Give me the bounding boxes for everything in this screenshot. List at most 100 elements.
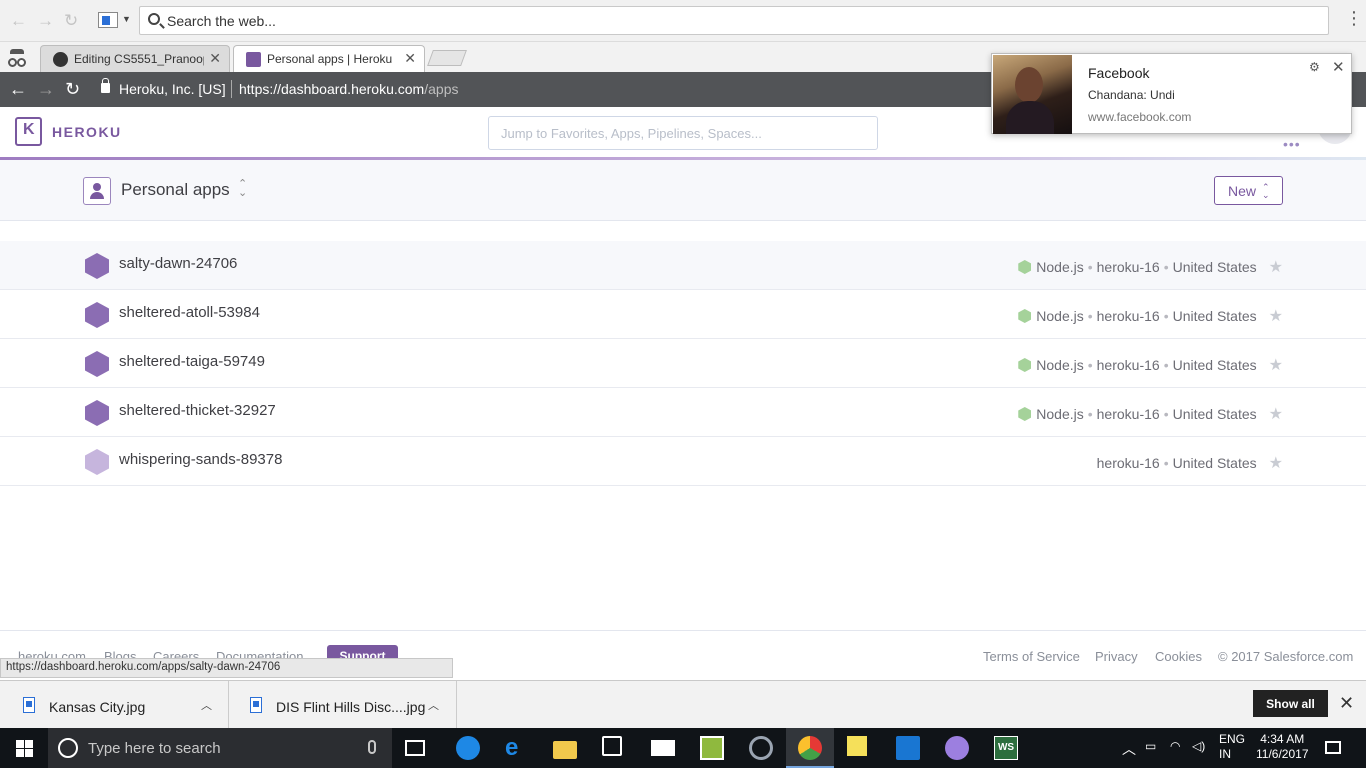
tab-heroku-personal-apps[interactable]: Personal apps | Heroku ✕ [233, 45, 425, 72]
context-switcher-label[interactable]: Personal apps [121, 180, 230, 200]
profile-photo [993, 55, 1072, 134]
tab-title: Editing CS5551_Pranoop [74, 52, 204, 66]
favorite-star-icon[interactable]: ★ [1269, 406, 1283, 423]
task-view-icon[interactable] [405, 740, 425, 756]
app-name[interactable]: sheltered-taiga-59749 [119, 353, 265, 370]
language-indicator[interactable]: ENG IN [1219, 732, 1245, 762]
footer-link-privacy[interactable]: Privacy [1095, 649, 1138, 664]
close-icon[interactable]: ✕ [404, 50, 416, 67]
nodejs-icon [1018, 407, 1032, 421]
notification-title: Facebook [1088, 65, 1150, 81]
wifi-icon[interactable]: ◠ [1170, 739, 1180, 753]
new-button[interactable]: New ⌃ ⌄ [1214, 176, 1283, 205]
close-icon[interactable]: ✕ [1332, 58, 1345, 76]
show-all-button[interactable]: Show all [1253, 690, 1328, 717]
favorite-star-icon[interactable]: ★ [1269, 308, 1283, 325]
favorite-star-icon[interactable]: ★ [1269, 259, 1283, 276]
close-icon[interactable]: ✕ [1339, 693, 1354, 714]
reload-icon[interactable]: ↻ [65, 79, 80, 100]
taskbar-search[interactable]: Type here to search [48, 728, 392, 768]
download-item[interactable]: DIS Flint Hills Disc....jpg ︿ [229, 681, 457, 729]
user-icon [83, 177, 111, 205]
chevron-updown-icon[interactable]: ⌃ ⌄ [238, 179, 247, 199]
stack-label: heroku-16 [1096, 455, 1160, 471]
app-row[interactable]: whispering-sands-89378 heroku-16 • United … [0, 437, 1366, 486]
footer-link-cookies[interactable]: Cookies [1155, 649, 1202, 664]
clock[interactable]: 4:34 AM 11/6/2017 [1256, 732, 1309, 762]
separator-dot: • [1163, 259, 1169, 275]
heroku-wordmark[interactable]: HEROKU [52, 124, 122, 140]
gear-icon[interactable]: ⚙ [1309, 60, 1320, 74]
spreadsheet-icon[interactable] [700, 736, 724, 760]
favorite-star-icon[interactable]: ★ [1269, 357, 1283, 374]
app-name[interactable]: sheltered-atoll-53984 [119, 304, 260, 321]
download-item[interactable]: Kansas City.jpg ︿ [0, 681, 229, 729]
safari-icon[interactable] [456, 736, 480, 760]
apps-grid-icon[interactable]: ••• [1283, 136, 1301, 152]
volume-icon[interactable]: ◁) [1192, 739, 1205, 753]
tab-github-editing[interactable]: Editing CS5551_Pranoop ✕ [40, 45, 230, 72]
separator-dot: • [1163, 308, 1169, 324]
search-icon [148, 13, 160, 25]
webstorm-icon[interactable]: WS [994, 736, 1018, 760]
chevron-up-icon[interactable]: ︿ [1122, 739, 1136, 759]
app-row[interactable]: salty-dawn-24706 Node.js • heroku-16 • Unite… [0, 241, 1366, 290]
chevron-updown-icon: ⌃ ⌄ [1262, 182, 1270, 200]
stack-label: heroku-16 [1096, 406, 1160, 422]
heroku-search-input[interactable] [489, 117, 877, 149]
url-field[interactable]: https://dashboard.heroku.com/apps [239, 81, 458, 97]
outer-search-bar: ← → ↻ ▼ Search the web... ⋮ [0, 0, 1366, 42]
back-icon[interactable]: ← [9, 79, 27, 100]
app-row[interactable]: sheltered-thicket-32927 Node.js • heroku-1… [0, 388, 1366, 437]
outlook-icon[interactable] [896, 736, 920, 760]
separator-dot: • [1163, 357, 1169, 373]
buildpack-label: Node.js [1036, 406, 1084, 422]
outer-search-input[interactable]: Search the web... [139, 6, 1329, 35]
store-icon[interactable] [602, 736, 622, 756]
chevron-up-icon[interactable]: ︿ [428, 697, 439, 713]
app-list: salty-dawn-24706 Node.js • heroku-16 • Unite… [0, 241, 1366, 486]
battery-icon[interactable]: ▭ [1145, 739, 1156, 753]
notification-center-icon[interactable] [1325, 741, 1341, 754]
outer-forward-icon[interactable]: → [37, 11, 54, 31]
r-icon[interactable] [749, 736, 773, 760]
site-identity[interactable]: Heroku, Inc. [US] [119, 81, 226, 97]
new-tab-button[interactable] [427, 50, 467, 66]
outer-back-icon[interactable]: ← [10, 11, 27, 31]
github-desktop-icon[interactable] [945, 736, 969, 760]
image-file-icon [250, 697, 262, 713]
favorite-star-icon[interactable]: ★ [1269, 455, 1283, 472]
menu-icon[interactable]: ⋮ [1345, 9, 1363, 27]
app-hexagon-icon [85, 253, 109, 279]
footer-link-terms[interactable]: Terms of Service [983, 649, 1080, 664]
footer-copyright: © 2017 Salesforce.com [1218, 649, 1354, 664]
file-explorer-icon[interactable] [553, 741, 577, 759]
mail-icon[interactable] [651, 740, 675, 756]
app-meta: Node.js • heroku-16 • United States ★ [1018, 306, 1283, 326]
app-hexagon-icon [85, 449, 109, 475]
app-name[interactable]: whispering-sands-89378 [119, 451, 282, 468]
edge-icon[interactable]: e [505, 736, 529, 760]
heroku-logo-icon[interactable] [15, 117, 42, 146]
app-row[interactable]: sheltered-taiga-59749 Node.js • heroku-16 •… [0, 339, 1366, 388]
window-switcher-button[interactable]: ▼ [96, 10, 132, 32]
app-row[interactable]: sheltered-atoll-53984 Node.js • heroku-16 •… [0, 290, 1366, 339]
forward-icon[interactable]: → [37, 79, 55, 100]
microphone-icon[interactable] [368, 740, 376, 754]
facebook-notification[interactable]: Facebook Chandana: Undi www.facebook.com… [991, 53, 1352, 134]
close-icon[interactable]: ✕ [209, 50, 221, 67]
windows-start-icon[interactable] [16, 740, 33, 757]
buildpack-label: Node.js [1036, 308, 1084, 324]
app-name[interactable]: salty-dawn-24706 [119, 255, 237, 272]
region-label: United States [1172, 259, 1257, 275]
outer-reload-icon[interactable]: ↻ [64, 11, 78, 31]
sticky-notes-icon[interactable] [847, 736, 867, 756]
chrome-icon[interactable] [798, 736, 822, 760]
github-icon [53, 52, 68, 67]
separator-dot: • [1087, 406, 1093, 422]
chevron-up-icon[interactable]: ︿ [201, 697, 212, 713]
separator-dot: • [1087, 259, 1093, 275]
app-name[interactable]: sheltered-thicket-32927 [119, 402, 276, 419]
taskbar: Type here to search e WS ︿ ▭ ◠ ◁) ENG IN … [0, 728, 1366, 768]
region-label: United States [1172, 357, 1257, 373]
